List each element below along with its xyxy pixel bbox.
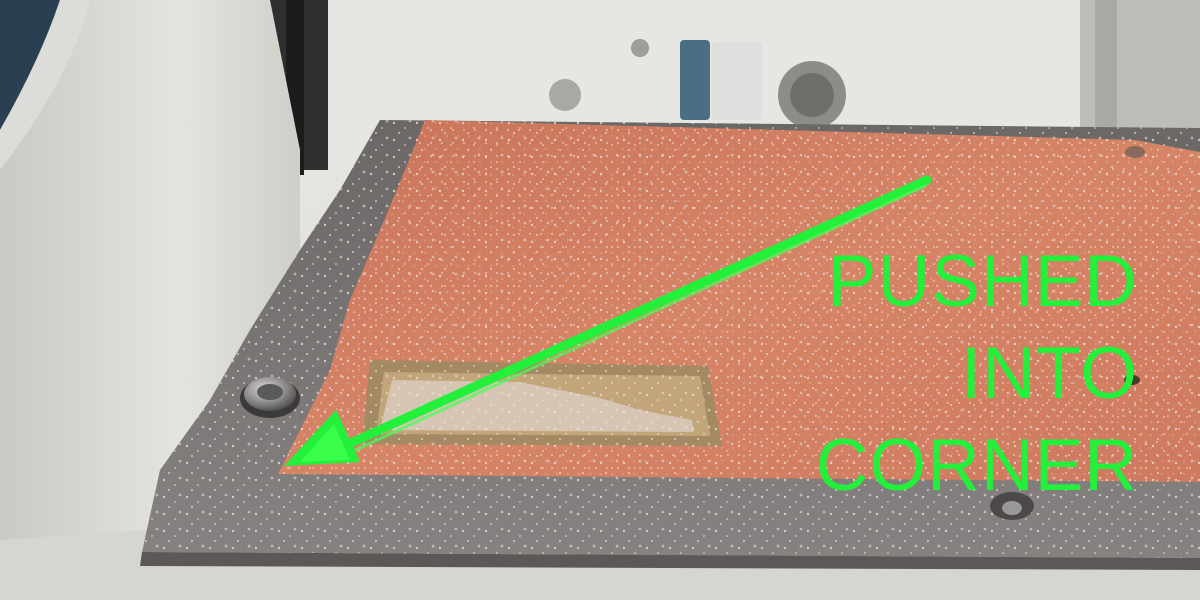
annotation-line-1: PUSHED <box>827 241 1138 322</box>
blue-component <box>680 40 710 120</box>
annotation-line-2: INTO <box>960 333 1138 414</box>
white-component <box>712 42 762 120</box>
annotation-line-3: CORNER <box>815 425 1138 506</box>
annotation-text: PUSHED INTO CORNER <box>808 236 1138 512</box>
photo-scene: PUSHED INTO CORNER <box>0 0 1200 600</box>
